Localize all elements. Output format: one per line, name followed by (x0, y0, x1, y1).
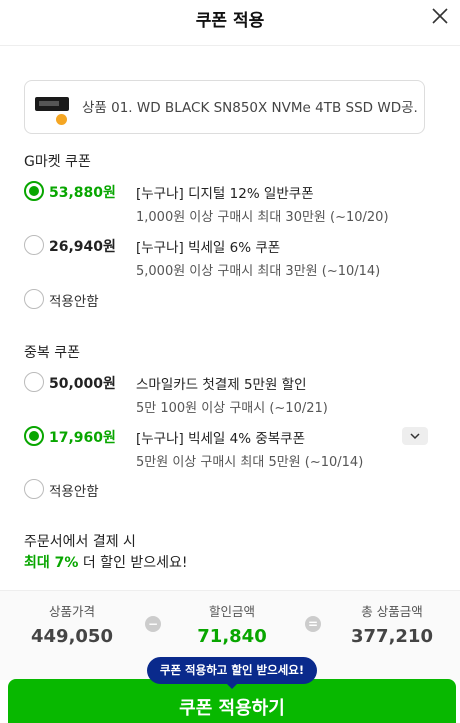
coupon-amount: 53,880원 (49, 185, 116, 201)
coupon-option-gmarket-1[interactable]: 53,880원 [누구나] 디지털 12% 일반쿠폰 1,000원 이상 구매시… (24, 181, 434, 225)
coupon-condition: 1,000원 이상 구매시 최대 30만원 (~10/20) (136, 210, 389, 225)
coupon-name: 스마일카드 첫결제 5만원 할인 (136, 377, 307, 393)
summary-discount: 할인금액 71,840 (197, 604, 267, 647)
coupon-condition: 5,000원 이상 구매시 최대 3만원 (~10/14) (136, 264, 381, 279)
product-thumbnail (35, 89, 71, 125)
coupon-name: [누구나] 빅세일 6% 쿠폰 (136, 240, 281, 256)
chevron-down-icon (410, 433, 420, 440)
page-title: 쿠폰 적용 (195, 11, 265, 31)
coupon-option-duplicate-none[interactable]: 적용안함 (24, 479, 434, 501)
apply-tooltip: 쿠폰 적용하고 할인 받으세요! (147, 657, 317, 689)
close-icon (432, 8, 448, 24)
minus-icon: − (145, 616, 161, 632)
coupon-amount: 17,960원 (49, 430, 116, 446)
equals-icon: = (305, 616, 321, 632)
badge-icon (56, 114, 67, 125)
section-title-gmarket: G마켓 쿠폰 (24, 154, 91, 170)
summary-price: 상품가격 449,050 (31, 604, 113, 647)
coupon-name: [누구나] 디지털 12% 일반쿠폰 (136, 186, 314, 202)
radio-button[interactable] (24, 372, 44, 392)
coupon-condition: 5만 100원 이상 구매시 (~10/21) (136, 401, 328, 416)
coupon-option-duplicate-1[interactable]: 50,000원 스마일카드 첫결제 5만원 할인 5만 100원 이상 구매시 … (24, 372, 434, 416)
radio-button[interactable] (24, 235, 44, 255)
radio-button[interactable] (24, 426, 44, 446)
no-coupon-label: 적용안함 (49, 294, 99, 310)
product-name: 상품 01. WD BLACK SN850X NVMe 4TB SSD WD공.… (82, 100, 417, 116)
coupon-condition: 5만원 이상 구매시 최대 5만원 (~10/14) (136, 455, 364, 470)
product-card: 상품 01. WD BLACK SN850X NVMe 4TB SSD WD공.… (24, 80, 425, 134)
expand-coupon-button[interactable] (402, 427, 428, 445)
modal-header: 쿠폰 적용 (0, 0, 460, 46)
coupon-name: [누구나] 빅세일 4% 중복쿠폰 (136, 431, 306, 447)
summary-total: 총 상품금액 377,210 (351, 604, 433, 647)
coupon-amount: 26,940원 (49, 239, 116, 255)
close-button[interactable] (428, 4, 452, 28)
coupon-option-duplicate-2[interactable]: 17,960원 [누구나] 빅세일 4% 중복쿠폰 5만원 이상 구매시 최대 … (24, 426, 434, 470)
section-title-duplicate: 중복 쿠폰 (24, 345, 80, 361)
radio-button[interactable] (24, 181, 44, 201)
promo-text: 주문서에서 결제 시 (24, 534, 136, 550)
promo-highlight-text: 최대 7% 더 할인 받으세요! (24, 555, 188, 571)
promo-highlight: 최대 7% (24, 555, 79, 571)
coupon-amount: 50,000원 (49, 376, 116, 392)
coupon-option-gmarket-none[interactable]: 적용안함 (24, 289, 434, 311)
no-coupon-label: 적용안함 (49, 484, 99, 500)
coupon-option-gmarket-2[interactable]: 26,940원 [누구나] 빅세일 6% 쿠폰 5,000원 이상 구매시 최대… (24, 235, 434, 279)
radio-button[interactable] (24, 479, 44, 499)
radio-button[interactable] (24, 289, 44, 309)
